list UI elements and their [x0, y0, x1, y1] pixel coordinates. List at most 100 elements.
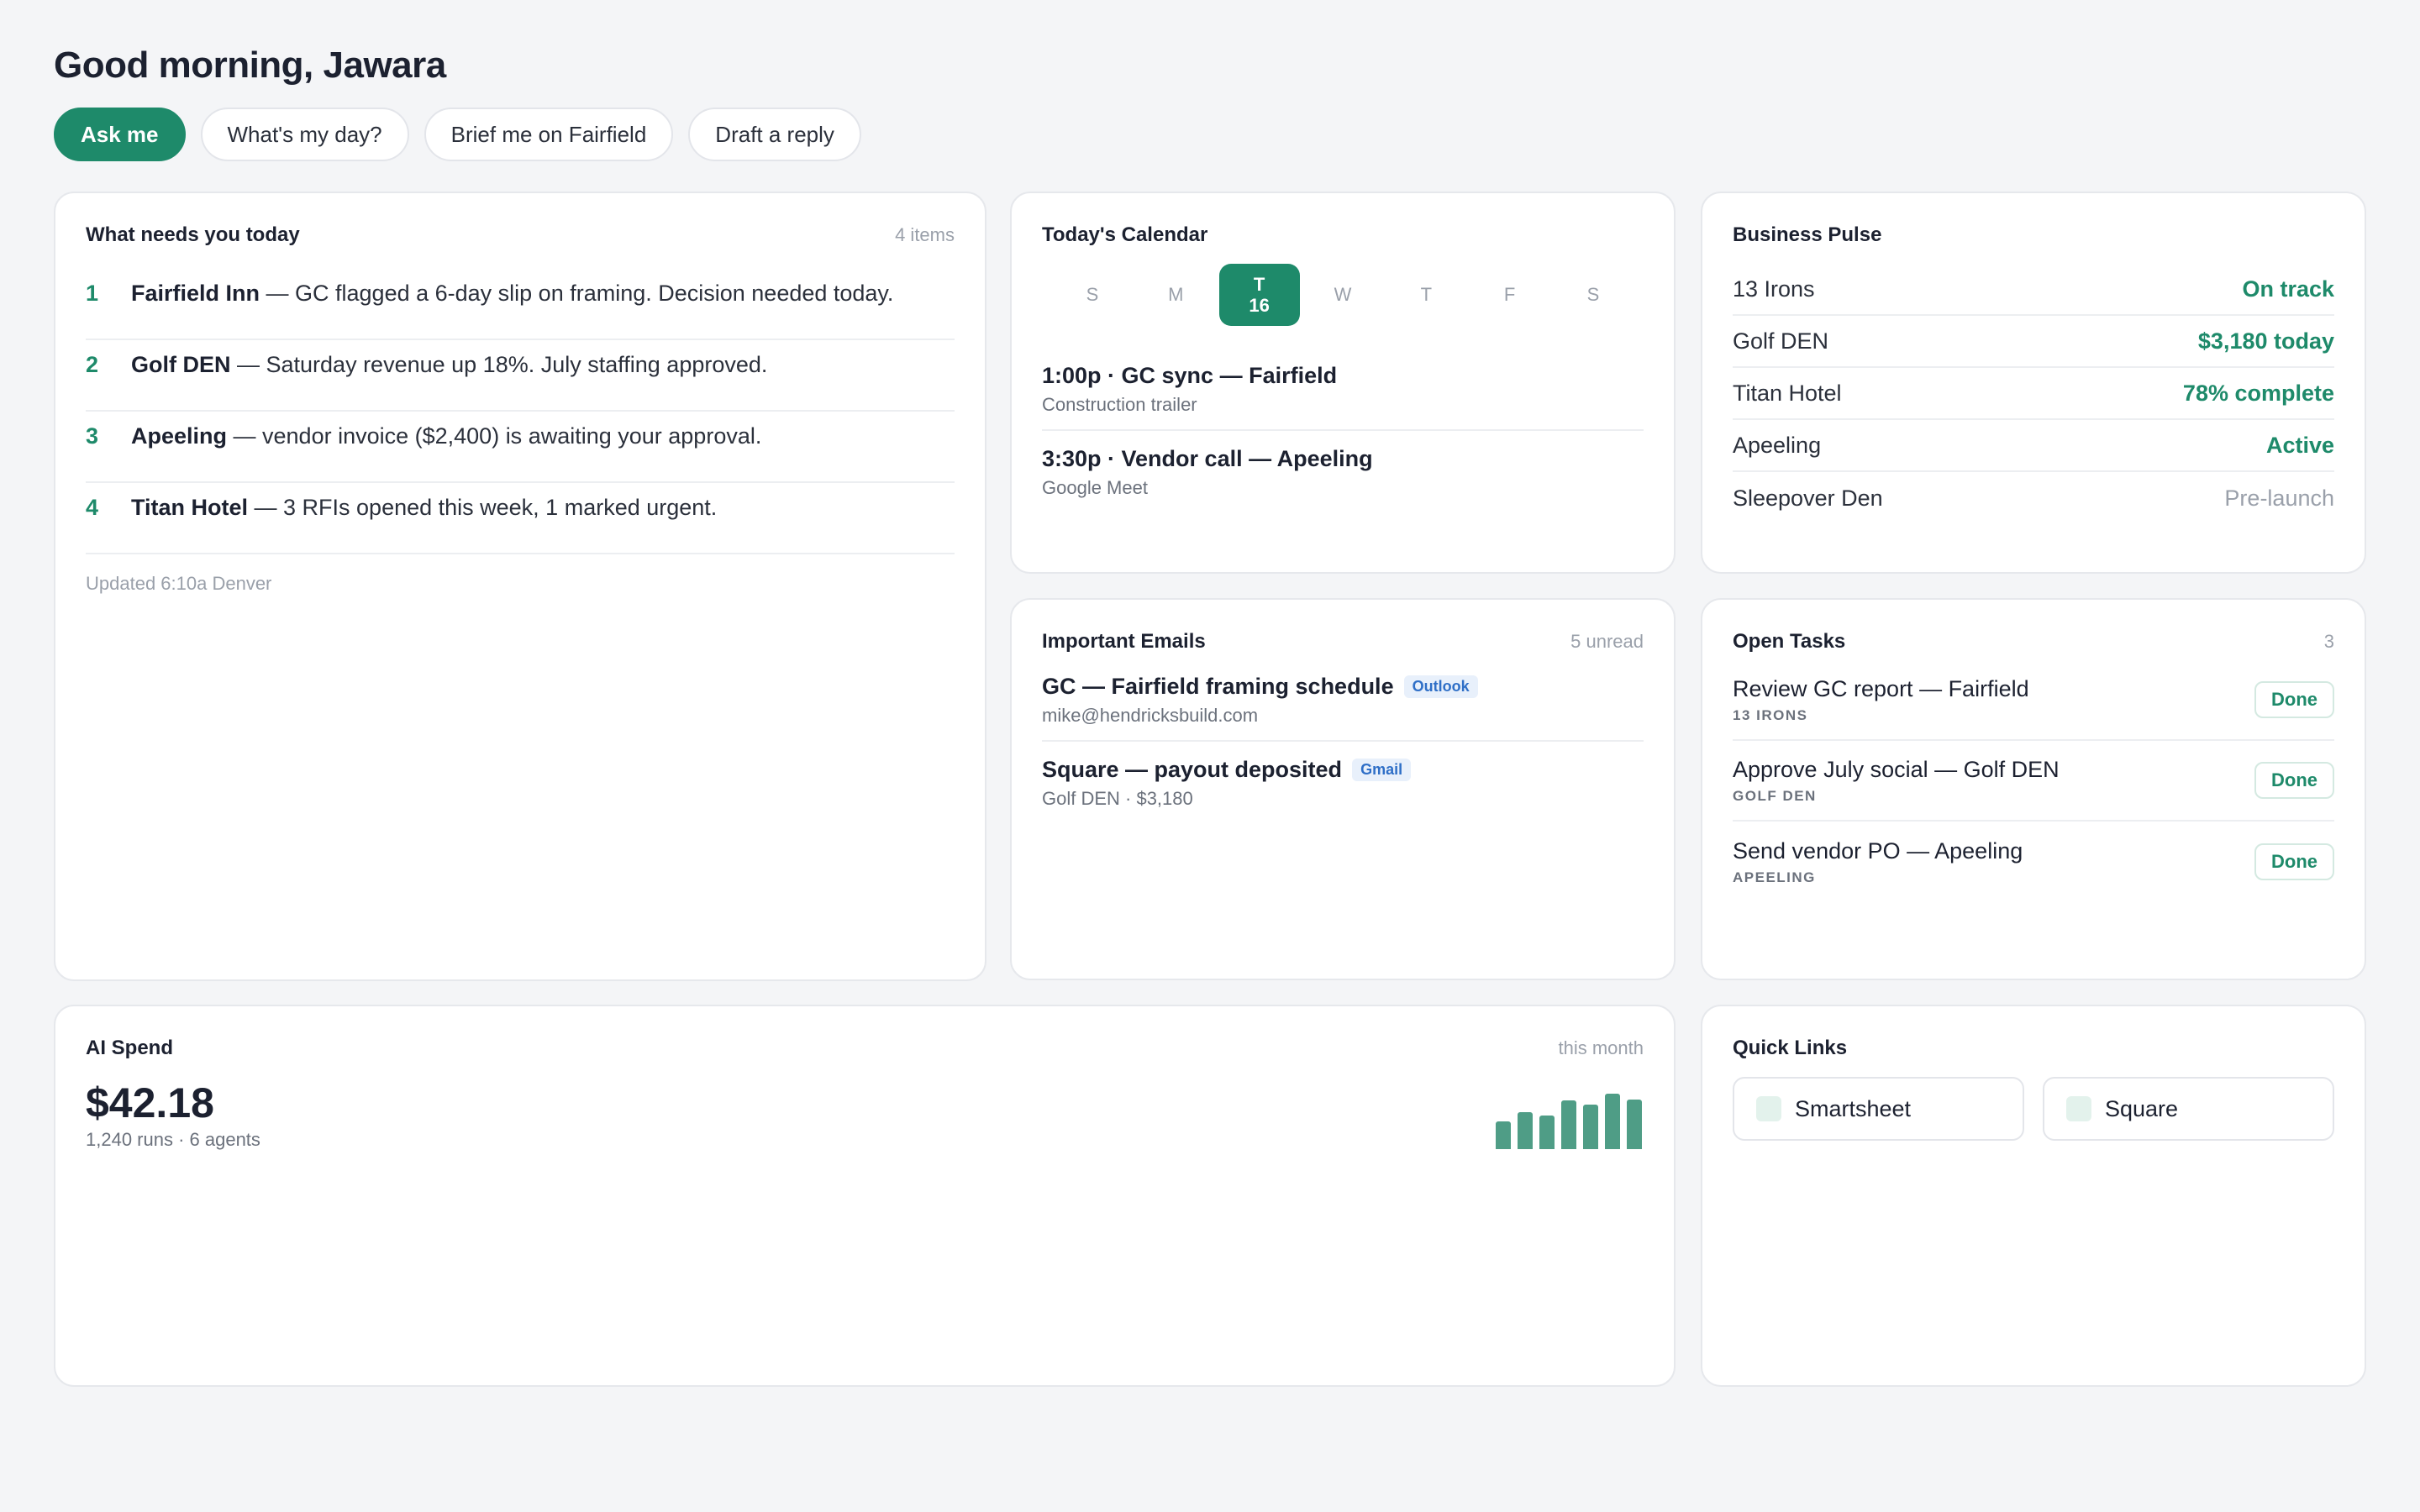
item-text: — Saturday revenue up 18%. July staffing… — [230, 352, 768, 377]
day-saturday[interactable]: S — [1553, 264, 1634, 326]
item-name: Titan Hotel — [131, 495, 249, 520]
list-item[interactable]: 3 Apeeling — vendor invoice ($2,400) is … — [86, 412, 955, 483]
business-pulse-card: Business Pulse 13 Irons On track Golf DE… — [1701, 192, 2366, 574]
status-value: Active — [2265, 432, 2334, 458]
item-count: 4 items — [895, 224, 955, 245]
email-item[interactable]: Square — payout deposited Gmail Golf DEN… — [1042, 742, 1644, 823]
list-item[interactable]: 2 Golf DEN — Saturday revenue up 18%. Ju… — [86, 340, 955, 412]
business-name: Titan Hotel — [1733, 380, 1842, 406]
event-title: 3:30p · Vendor call — Apeeling — [1042, 446, 1373, 471]
status-value: Pre-launch — [2224, 485, 2334, 511]
done-button[interactable]: Done — [2254, 843, 2334, 880]
day-thursday[interactable]: T — [1386, 264, 1466, 326]
email-sender: Golf DEN · $3,180 — [1042, 788, 1193, 809]
smartsheet-icon — [1756, 1096, 1781, 1121]
task-item: Send vendor PO — Apeeling APEELING Done — [1733, 822, 2334, 902]
day-monday[interactable]: M — [1135, 264, 1216, 326]
sparkline-bar — [1583, 1105, 1598, 1149]
email-subject: Square — payout deposited — [1042, 757, 1343, 782]
list-item[interactable]: 4 Titan Hotel — 3 RFIs opened this week,… — [86, 483, 955, 554]
day-wednesday[interactable]: W — [1302, 264, 1383, 326]
task-title: Send vendor PO — Apeeling — [1733, 837, 2023, 864]
sparkline-bar — [1627, 1100, 1642, 1149]
pulse-row[interactable]: Golf DEN $3,180 today — [1733, 316, 2334, 368]
email-subject: GC — Fairfield framing schedule — [1042, 674, 1394, 699]
whats-my-day-chip[interactable]: What's my day? — [200, 108, 409, 161]
updated-timestamp: Updated 6:10a Denver — [86, 573, 272, 594]
card-title: Quick Links — [1733, 1037, 1848, 1059]
ai-spend-card: AI Spend this month $42.18 1,240 runs · … — [54, 1005, 1676, 1387]
week-strip: S M T 16 W T F S — [1042, 264, 1644, 326]
unread-count: 5 unread — [1570, 631, 1644, 652]
item-number: 2 — [86, 352, 99, 377]
task-count: 3 — [2323, 631, 2334, 652]
needs-today-card: What needs you today 4 items 1 Fairfield… — [54, 192, 986, 981]
calendar-event[interactable]: 3:30p · Vendor call — Apeeling Google Me… — [1042, 431, 1644, 512]
link-label: Smartsheet — [1795, 1095, 1912, 1121]
task-item: Approve July social — Golf DEN GOLF DEN … — [1733, 741, 2334, 822]
dashboard-page: Good morning, Jawara Ask me What's my da… — [0, 0, 2420, 1512]
item-number: 1 — [86, 281, 99, 306]
calendar-card: Today's Calendar S M T 16 W T F S 1:00p ·… — [1010, 192, 1676, 574]
sparkline-bar — [1539, 1116, 1555, 1149]
calendar-event[interactable]: 1:00p · GC sync — Fairfield Construction… — [1042, 348, 1644, 431]
day-letter: S — [1586, 284, 1600, 305]
card-title: Important Emails — [1042, 630, 1206, 653]
day-letter: T — [1420, 284, 1433, 305]
task-list: Review GC report — Fairfield 13 IRONS Do… — [1733, 660, 2334, 902]
quick-links-card: Quick Links Smartsheet Square — [1701, 1005, 2366, 1387]
prompt-chips: Ask me What's my day? Brief me on Fairfi… — [54, 108, 2366, 161]
event-location: Google Meet — [1042, 477, 1148, 498]
day-tuesday-selected[interactable]: T 16 — [1218, 264, 1300, 326]
card-title: Open Tasks — [1733, 630, 1846, 653]
task-item: Review GC report — Fairfield 13 IRONS Do… — [1733, 660, 2334, 741]
item-number: 4 — [86, 495, 99, 520]
business-name: Apeeling — [1733, 432, 1822, 458]
pulse-row[interactable]: Apeeling Active — [1733, 420, 2334, 472]
open-tasks-card: Open Tasks 3 Review GC report — Fairfiel… — [1701, 598, 2366, 980]
source-badge: Gmail — [1352, 759, 1412, 781]
item-number: 3 — [86, 423, 99, 449]
card-title: AI Spend — [86, 1037, 174, 1059]
task-business: GOLF DEN — [1733, 787, 1817, 804]
source-badge: Outlook — [1403, 675, 1478, 698]
task-business: 13 IRONS — [1733, 706, 1808, 723]
day-friday[interactable]: F — [1470, 264, 1550, 326]
done-button[interactable]: Done — [2254, 762, 2334, 799]
sparkline-bar — [1561, 1100, 1576, 1149]
item-text: — 3 RFIs opened this week, 1 marked urge… — [248, 495, 718, 520]
pulse-row[interactable]: Sleepover Den Pre-launch — [1733, 472, 2334, 524]
quick-link-square[interactable]: Square — [2043, 1077, 2334, 1141]
business-name: 13 Irons — [1733, 276, 1815, 302]
status-value: On track — [2242, 276, 2334, 302]
quick-link-smartsheet[interactable]: Smartsheet — [1733, 1077, 2024, 1141]
pulse-list: 13 Irons On track Golf DEN $3,180 today … — [1733, 264, 2334, 524]
card-title: Today's Calendar — [1042, 223, 1208, 246]
event-location: Construction trailer — [1042, 394, 1197, 415]
important-emails-card: Important Emails 5 unread GC — Fairfield… — [1010, 598, 1676, 980]
email-list: GC — Fairfield framing schedule Outlook … — [1042, 674, 1644, 823]
done-button[interactable]: Done — [2254, 681, 2334, 718]
day-sunday[interactable]: S — [1052, 264, 1133, 326]
day-letter: W — [1334, 284, 1352, 305]
ask-me-button[interactable]: Ask me — [54, 108, 186, 161]
item-name: Apeeling — [131, 423, 228, 449]
sparkline-bar — [1496, 1121, 1511, 1149]
item-name: Golf DEN — [131, 352, 231, 377]
pulse-row[interactable]: Titan Hotel 78% complete — [1733, 368, 2334, 420]
brief-fairfield-chip[interactable]: Brief me on Fairfield — [424, 108, 674, 161]
business-name: Sleepover Den — [1733, 485, 1883, 511]
needs-list: 1 Fairfield Inn — GC flagged a 6-day sli… — [86, 269, 955, 554]
event-title: 1:00p · GC sync — Fairfield — [1042, 363, 1338, 388]
day-number: 16 — [1249, 295, 1270, 316]
email-item[interactable]: GC — Fairfield framing schedule Outlook … — [1042, 674, 1644, 742]
list-item[interactable]: 1 Fairfield Inn — GC flagged a 6-day sli… — [86, 269, 955, 340]
square-icon — [2066, 1096, 2091, 1121]
pulse-row[interactable]: 13 Irons On track — [1733, 264, 2334, 316]
event-list: 1:00p · GC sync — Fairfield Construction… — [1042, 348, 1644, 512]
day-letter: M — [1168, 284, 1184, 305]
item-text: — vendor invoice ($2,400) is awaiting yo… — [227, 423, 762, 449]
page-title: Good morning, Jawara — [54, 45, 446, 86]
draft-reply-chip[interactable]: Draft a reply — [688, 108, 861, 161]
sparkline-bar — [1518, 1112, 1533, 1149]
